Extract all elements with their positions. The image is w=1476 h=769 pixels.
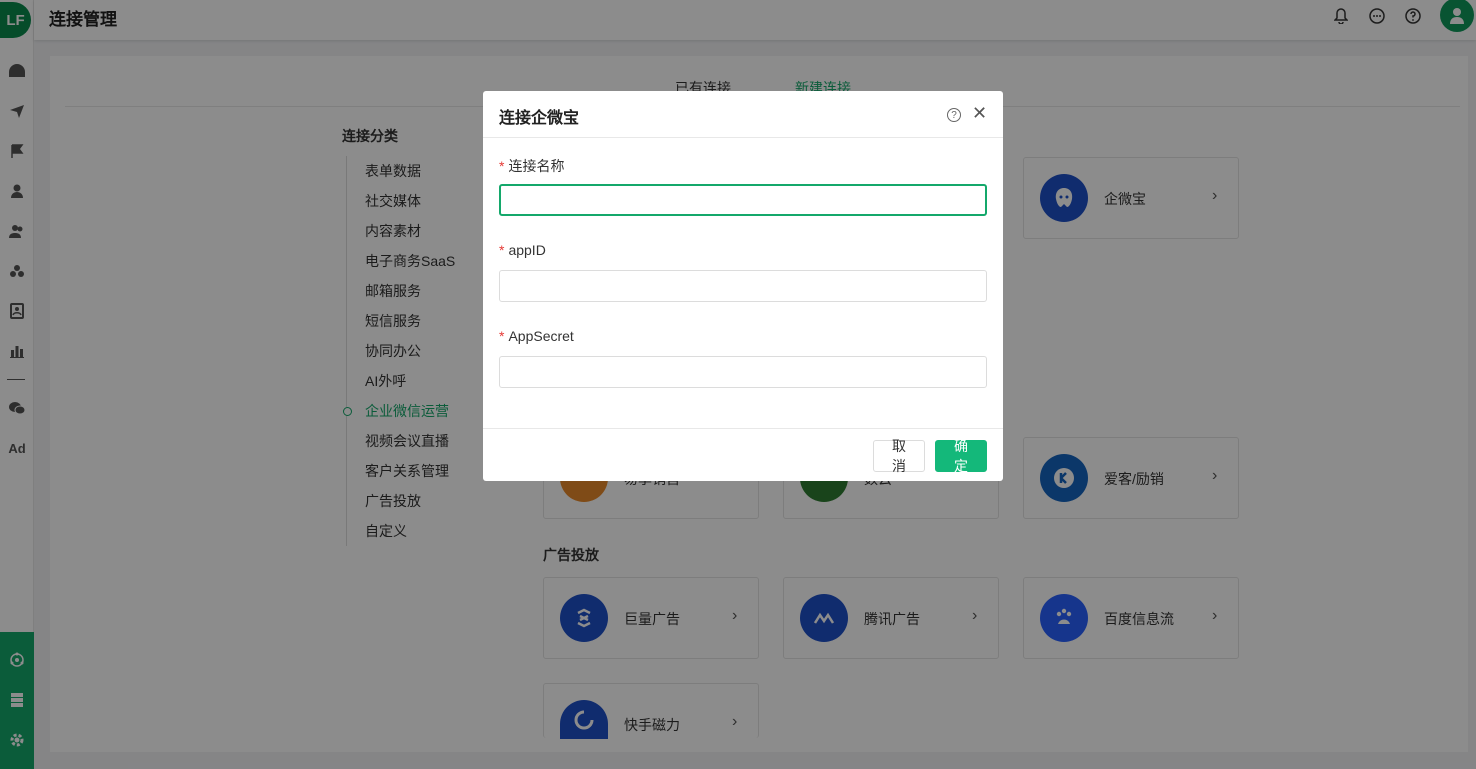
field-label-text: appID	[508, 242, 546, 258]
connection-name-input[interactable]	[499, 184, 987, 216]
field-label-appid: * appID	[499, 242, 546, 258]
field-label-text: 连接名称	[508, 158, 565, 174]
close-icon[interactable]: ✕	[972, 103, 987, 124]
required-mark: *	[499, 242, 505, 258]
confirm-button[interactable]: 确定	[935, 438, 987, 474]
required-mark: *	[499, 328, 505, 344]
cancel-button[interactable]: 取消	[873, 438, 925, 474]
dialog-title: 连接企微宝	[499, 110, 580, 127]
dialog-footer: 取消 确定	[483, 428, 1003, 481]
connect-dialog: 连接企微宝 ? ✕ * 连接名称 * appID * AppSecret 取消 确定	[483, 91, 1003, 481]
field-label-text: AppSecret	[508, 328, 574, 344]
appid-input[interactable]	[499, 270, 987, 302]
required-mark: *	[499, 158, 505, 174]
help-icon[interactable]: ?	[947, 108, 961, 122]
field-label-appsecret: * AppSecret	[499, 328, 574, 344]
field-label-connection-name: * 连接名称	[499, 156, 564, 176]
appsecret-input[interactable]	[499, 356, 987, 388]
dialog-header: 连接企微宝 ? ✕	[483, 91, 1003, 138]
